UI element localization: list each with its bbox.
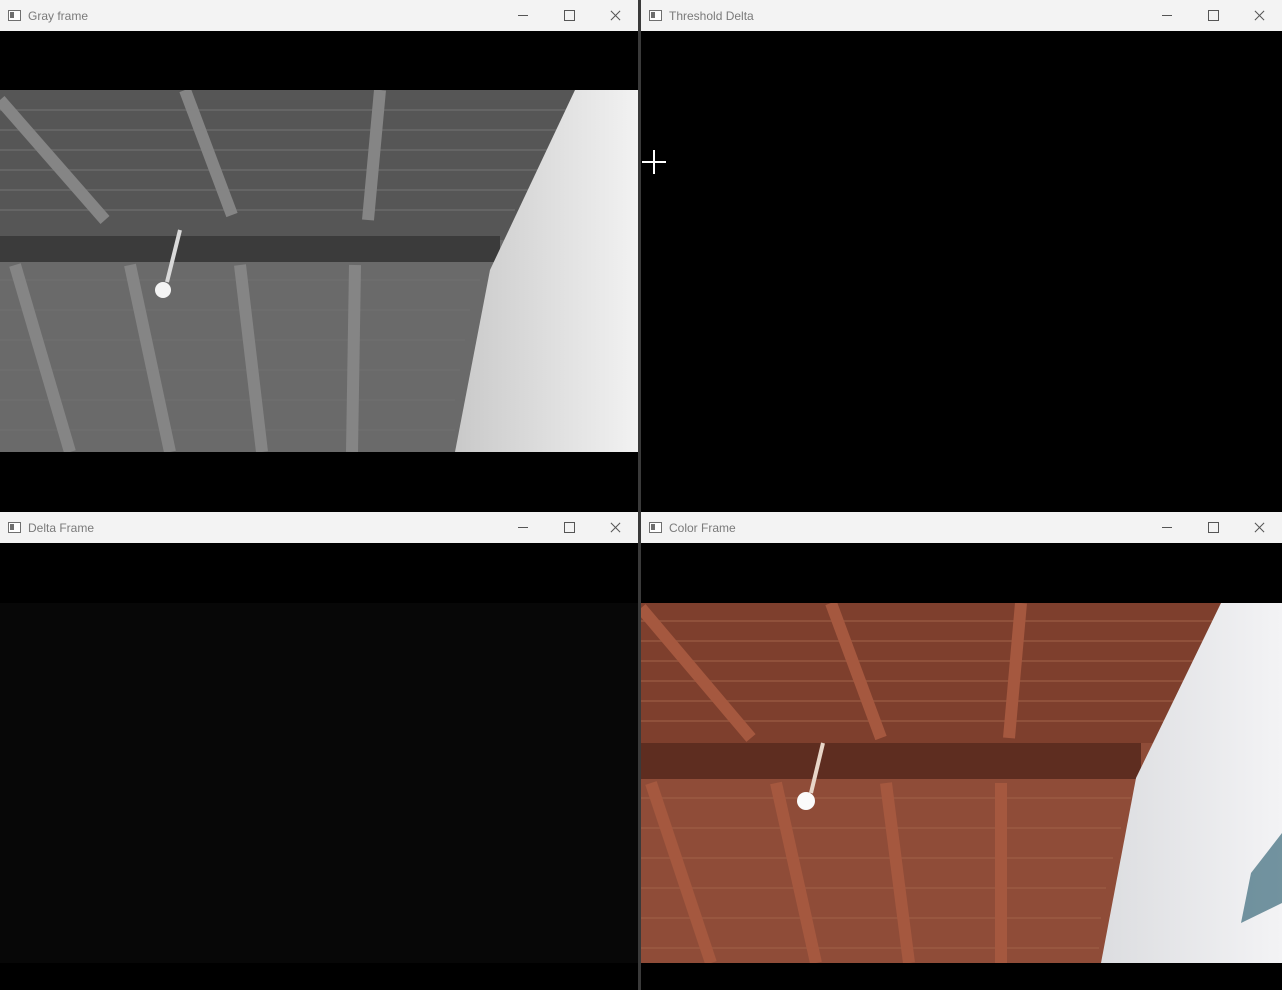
window-title: Threshold Delta [669, 8, 754, 23]
window-title: Color Frame [669, 520, 736, 535]
color-camera-image [641, 603, 1282, 963]
window-title: Gray frame [28, 8, 89, 23]
delta-image [0, 543, 638, 990]
titlebar[interactable]: Threshold Delta [641, 0, 1282, 32]
titlebar[interactable]: Color Frame [641, 512, 1282, 544]
minimize-icon[interactable] [1144, 0, 1190, 31]
frame-canvas [0, 31, 638, 512]
app-window-icon [8, 522, 21, 533]
delta-frame-window[interactable]: Delta Frame [0, 512, 638, 990]
titlebar[interactable]: Delta Frame [0, 512, 638, 544]
app-window-icon [8, 10, 21, 21]
gray-frame-window[interactable]: Gray frame [0, 0, 638, 512]
window-title: Delta Frame [28, 520, 95, 535]
crosshair-cursor-icon [642, 150, 666, 174]
app-window-icon [649, 10, 662, 21]
minimize-icon[interactable] [500, 512, 546, 543]
close-icon[interactable] [1236, 512, 1282, 543]
delta-difference-image [0, 603, 638, 963]
threshold-delta-window[interactable]: Threshold Delta [641, 0, 1282, 512]
titlebar[interactable]: Gray frame [0, 0, 638, 32]
maximize-icon[interactable] [546, 512, 592, 543]
maximize-icon[interactable] [1190, 0, 1236, 31]
minimize-icon[interactable] [500, 0, 546, 31]
app-window-icon [649, 522, 662, 533]
close-icon[interactable] [1236, 0, 1282, 31]
maximize-icon[interactable] [546, 0, 592, 31]
frame-canvas [641, 543, 1282, 990]
maximize-icon[interactable] [1190, 512, 1236, 543]
grayscale-camera-image [0, 90, 638, 452]
threshold-image [641, 31, 1282, 512]
close-icon[interactable] [592, 0, 638, 31]
minimize-icon[interactable] [1144, 512, 1190, 543]
color-frame-window[interactable]: Color Frame [641, 512, 1282, 990]
close-icon[interactable] [592, 512, 638, 543]
